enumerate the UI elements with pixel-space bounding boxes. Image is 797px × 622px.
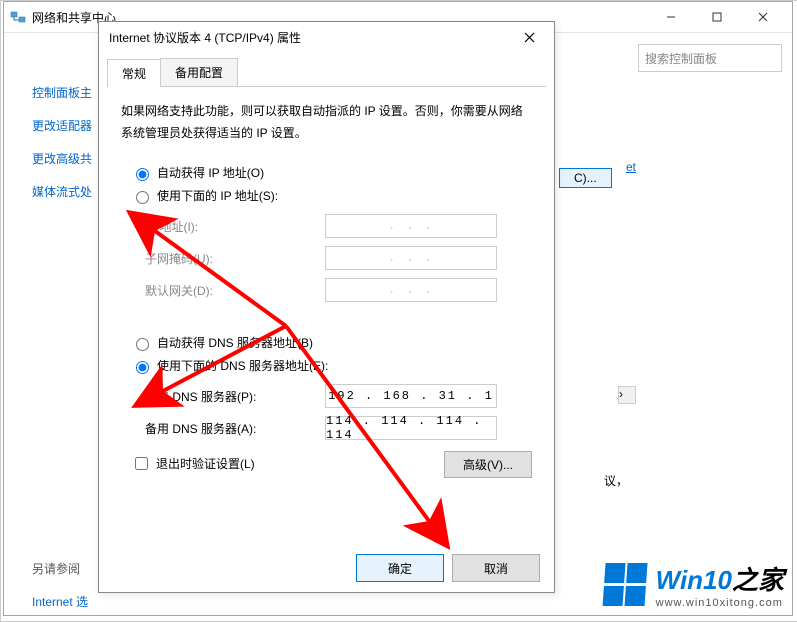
radio-auto-dns-input[interactable] [136,338,149,351]
check-validate-input[interactable] [135,457,148,470]
radio-auto-dns[interactable]: 自动获得 DNS 服务器地址(B) [131,334,532,351]
cancel-button[interactable]: 取消 [452,554,540,582]
dialog-footer: 确定 取消 [356,554,540,582]
manual-dns-fields: 首选 DNS 服务器(P): 192 . 168 . 31 . 1 备用 DNS… [145,384,532,440]
properties-button[interactable]: C)... [559,168,612,188]
input-subnet[interactable]: . . . [325,246,497,270]
radio-manual-dns-input[interactable] [136,361,149,374]
scroll-arrow[interactable]: › [618,386,636,404]
label-subnet: 子网掩码(U): [145,250,325,267]
watermark: Win10之家 www.win10xitong.com [604,560,784,609]
label-gateway: 默认网关(D): [145,282,325,299]
label-ip-address: IP 地址(I): [145,218,325,235]
text-fragment-yi: 议， [604,472,628,489]
tab-alternate[interactable]: 备用配置 [160,58,238,86]
dialog-content: 如果网络支持此功能，则可以获取自动指派的 IP 设置。否则，你需要从网络系统管理… [99,87,554,488]
search-control-panel[interactable]: 搜索控制面板 [638,44,782,72]
manual-ip-fields: IP 地址(I): . . . 子网掩码(U): . . . 默认网关(D): … [145,214,532,302]
radio-auto-ip-label: 自动获得 IP 地址(O) [157,164,264,181]
radio-auto-ip-input[interactable] [136,168,149,181]
search-placeholder: 搜索控制面板 [645,50,717,67]
radio-manual-ip[interactable]: 使用下面的 IP 地址(S): [131,187,532,204]
dialog-title: Internet 协议版本 4 (TCP/IPv4) 属性 [109,29,514,46]
network-icon [10,9,26,25]
input-alt-dns[interactable]: 114 . 114 . 114 . 114 [325,416,497,440]
input-gateway[interactable]: . . . [325,278,497,302]
label-preferred-dns: 首选 DNS 服务器(P): [145,388,325,405]
close-button[interactable] [514,22,544,52]
input-ip-address[interactable]: . . . [325,214,497,238]
radio-manual-ip-input[interactable] [136,191,149,204]
radio-manual-dns-label: 使用下面的 DNS 服务器地址(E): [157,357,328,374]
ok-button[interactable]: 确定 [356,554,444,582]
radio-auto-ip[interactable]: 自动获得 IP 地址(O) [131,164,532,181]
tab-general[interactable]: 常规 [107,59,161,87]
label-alt-dns: 备用 DNS 服务器(A): [145,420,325,437]
description-text: 如果网络支持此功能，则可以获取自动指派的 IP 设置。否则，你需要从网络系统管理… [121,101,532,144]
radio-manual-ip-label: 使用下面的 IP 地址(S): [157,187,278,204]
check-validate-label: 退出时验证设置(L) [156,455,255,472]
tab-strip: 常规 备用配置 [107,58,546,87]
link-fragment-et[interactable]: et [626,160,636,174]
watermark-url: www.win10xitong.com [656,597,784,609]
radio-manual-dns[interactable]: 使用下面的 DNS 服务器地址(E): [131,357,532,374]
dialog-titlebar: Internet 协议版本 4 (TCP/IPv4) 属性 [99,22,554,52]
watermark-title: Win10之家 [656,560,784,597]
windows-logo-icon [602,563,649,607]
link-internet-options[interactable]: Internet 选 [32,593,232,610]
advanced-button[interactable]: 高级(V)... [444,451,532,478]
bg-close-button[interactable] [740,3,786,32]
minimize-button[interactable] [648,3,694,32]
input-preferred-dns[interactable]: 192 . 168 . 31 . 1 [325,384,497,408]
maximize-button[interactable] [694,3,740,32]
ipv4-properties-dialog: Internet 协议版本 4 (TCP/IPv4) 属性 常规 备用配置 如果… [98,21,555,593]
radio-auto-dns-label: 自动获得 DNS 服务器地址(B) [157,334,313,351]
